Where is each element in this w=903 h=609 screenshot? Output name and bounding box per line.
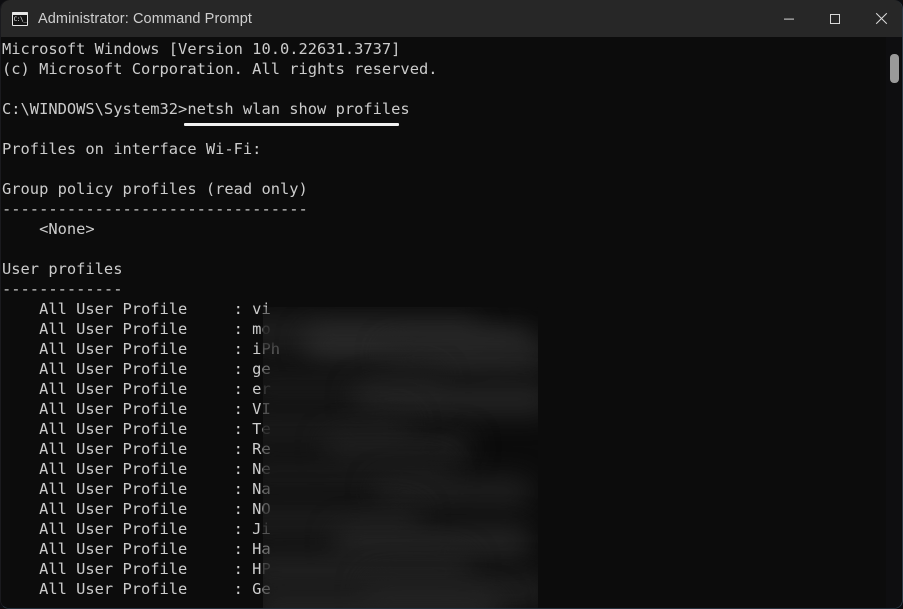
title-bar[interactable]: C:\_ Administrator: Command Prompt: [1, 0, 902, 37]
maximize-button[interactable]: [812, 0, 858, 37]
vertical-scrollbar[interactable]: [886, 37, 901, 608]
command-highlight-underline: [184, 123, 399, 126]
console-icon-glyph: C:\_: [13, 14, 27, 25]
command-prompt-window: C:\_ Administrator: Command Prompt Micro…: [0, 0, 903, 609]
minimize-button[interactable]: [766, 0, 812, 37]
window-title: Administrator: Command Prompt: [38, 10, 253, 27]
terminal-text: Microsoft Windows [Version 10.0.22631.37…: [2, 40, 438, 598]
console-icon: C:\_: [12, 11, 28, 26]
close-button[interactable]: [858, 0, 902, 37]
window-controls: [766, 0, 902, 37]
terminal-output-area[interactable]: Microsoft Windows [Version 10.0.22631.37…: [1, 37, 902, 608]
scrollbar-thumb[interactable]: [890, 54, 899, 83]
